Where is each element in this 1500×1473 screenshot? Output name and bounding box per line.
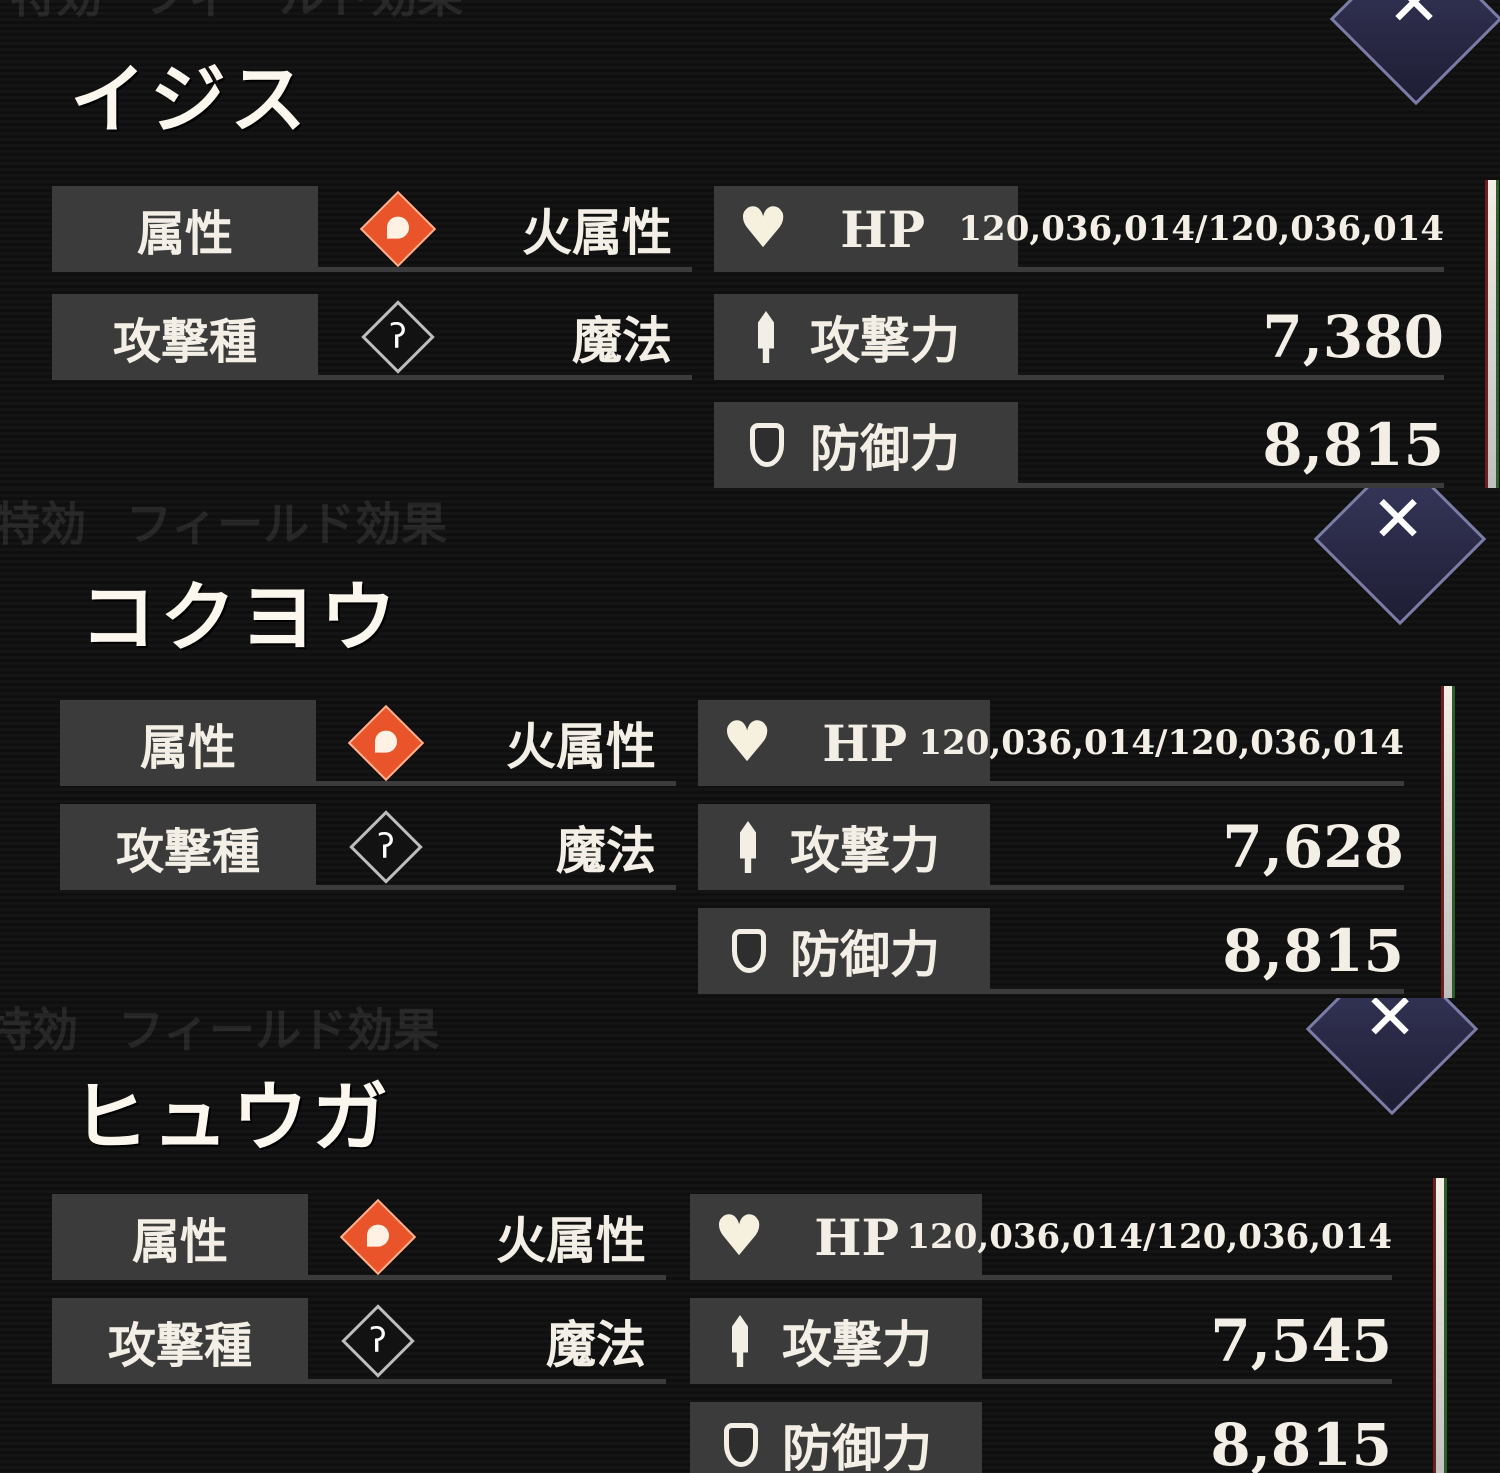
character-name: ヒュウガ — [72, 1073, 392, 1162]
tab-field-effect[interactable]: フィールド効果 — [126, 488, 447, 558]
attack-type-value: 魔法 — [572, 311, 672, 370]
hp-value: 120,036,014/120,036,014 — [958, 209, 1444, 249]
defense-value: 8,815 — [1222, 917, 1404, 985]
scrollbar[interactable] — [1485, 180, 1499, 488]
attack-type-row: 攻撃種 ʔ 魔法 — [60, 804, 676, 890]
attack-value: 7,545 — [1210, 1307, 1392, 1375]
hp-row: ♥ HP 120,036,014/120,036,014 — [690, 1194, 1392, 1280]
attack-type-row: 攻撃種 ʔ 魔法 — [52, 1298, 666, 1384]
attribute-label: 属性 — [52, 1194, 308, 1280]
sword-icon — [732, 1315, 748, 1367]
attack-value: 7,380 — [1262, 303, 1444, 371]
attack-label: 攻撃力 — [782, 1315, 932, 1374]
attribute-row: 属性 火属性 — [52, 1194, 666, 1280]
sword-icon — [758, 311, 774, 363]
attack-label-box: 攻撃力 — [714, 294, 1018, 380]
attribute-value: 火属性 — [496, 1211, 646, 1270]
heart-icon: ♥ — [714, 1204, 765, 1269]
attribute-label: 属性 — [60, 700, 316, 786]
defense-label: 防御力 — [810, 419, 960, 478]
attack-label: 攻撃力 — [790, 821, 940, 880]
attack-row: 攻撃力 7,628 — [698, 804, 1404, 890]
magic-staff-icon: ʔ — [358, 294, 438, 380]
scrollbar[interactable] — [1433, 1178, 1447, 1473]
hp-value: 120,036,014/120,036,014 — [906, 1217, 1392, 1257]
tab-field-effect[interactable]: フィールド効果 — [118, 998, 439, 1064]
tab-field-effect[interactable]: フィールド効果 — [142, 0, 463, 30]
defense-value: 8,815 — [1210, 1411, 1392, 1473]
close-icon[interactable]: ✕ — [1384, 0, 1444, 36]
attack-type-label: 攻撃種 — [52, 294, 318, 380]
attribute-row: 属性 火属性 — [60, 700, 676, 786]
attack-type-label: 攻撃種 — [60, 804, 316, 890]
attack-type-value: 魔法 — [556, 821, 656, 880]
hp-row: ♥ HP 120,036,014/120,036,014 — [714, 186, 1444, 272]
defense-label-box: 防御力 — [698, 908, 990, 994]
defense-label-box: 防御力 — [714, 402, 1018, 488]
attack-type-value: 魔法 — [546, 1315, 646, 1374]
character-name: コクヨウ — [80, 573, 400, 662]
tab-bar: 特効 フィールド効果 — [0, 488, 447, 558]
hp-value: 120,036,014/120,036,014 — [918, 723, 1404, 763]
defense-label-box: 防御力 — [690, 1402, 982, 1473]
tab-bar: 特効 フィールド効果 — [10, 0, 463, 30]
attack-label: 攻撃力 — [810, 311, 960, 370]
hp-label: HP — [814, 1207, 900, 1267]
attack-label-box: 攻撃力 — [698, 804, 990, 890]
close-icon[interactable]: ✕ — [1360, 998, 1420, 1050]
fire-element-icon — [346, 700, 426, 786]
scrollbar[interactable] — [1441, 686, 1455, 998]
shield-icon — [724, 1423, 758, 1467]
character-panel-isis: 特効 フィールド効果 ✕ イジス 属性 火属性 攻撃種 ʔ 魔法 ♥ HP 12… — [0, 0, 1500, 488]
fire-element-icon — [358, 186, 438, 272]
hp-label: HP — [822, 713, 908, 773]
fire-element-icon — [338, 1194, 418, 1280]
hp-label: HP — [840, 199, 926, 259]
defense-row: 防御力 8,815 — [698, 908, 1404, 994]
hp-row: ♥ HP 120,036,014/120,036,014 — [698, 700, 1404, 786]
attack-label-box: 攻撃力 — [690, 1298, 982, 1384]
character-panel-hyuuga: 特効 フィールド効果 ✕ ヒュウガ 属性 火属性 攻撃種 ʔ 魔法 ♥ HP 1… — [0, 998, 1500, 1473]
attack-type-label: 攻撃種 — [52, 1298, 308, 1384]
defense-value: 8,815 — [1262, 411, 1444, 479]
defense-row: 防御力 8,815 — [690, 1402, 1392, 1473]
character-name: イジス — [70, 55, 310, 144]
attack-value: 7,628 — [1222, 813, 1404, 881]
attack-row: 攻撃力 7,545 — [690, 1298, 1392, 1384]
magic-staff-icon: ʔ — [338, 1298, 418, 1384]
attack-type-row: 攻撃種 ʔ 魔法 — [52, 294, 692, 380]
defense-row: 防御力 8,815 — [714, 402, 1444, 488]
attack-row: 攻撃力 7,380 — [714, 294, 1444, 380]
close-icon[interactable]: ✕ — [1368, 488, 1428, 552]
tab-special-effect[interactable]: 特効 — [0, 488, 86, 558]
tab-special-effect[interactable]: 特効 — [10, 0, 102, 30]
attribute-value: 火属性 — [506, 717, 656, 776]
defense-label: 防御力 — [790, 925, 940, 984]
tab-special-effect[interactable]: 特効 — [0, 998, 78, 1064]
attribute-label: 属性 — [52, 186, 318, 272]
tab-bar: 特効 フィールド効果 — [0, 998, 439, 1064]
attribute-row: 属性 火属性 — [52, 186, 692, 272]
shield-icon — [750, 423, 784, 467]
defense-label: 防御力 — [782, 1419, 932, 1473]
heart-icon: ♥ — [738, 196, 789, 261]
character-panel-kokuyou: 特効 フィールド効果 ✕ コクヨウ 属性 火属性 攻撃種 ʔ 魔法 ♥ HP 1… — [0, 488, 1500, 998]
sword-icon — [740, 821, 756, 873]
attribute-value: 火属性 — [522, 203, 672, 262]
heart-icon: ♥ — [722, 710, 773, 775]
magic-staff-icon: ʔ — [346, 804, 426, 890]
shield-icon — [732, 929, 766, 973]
